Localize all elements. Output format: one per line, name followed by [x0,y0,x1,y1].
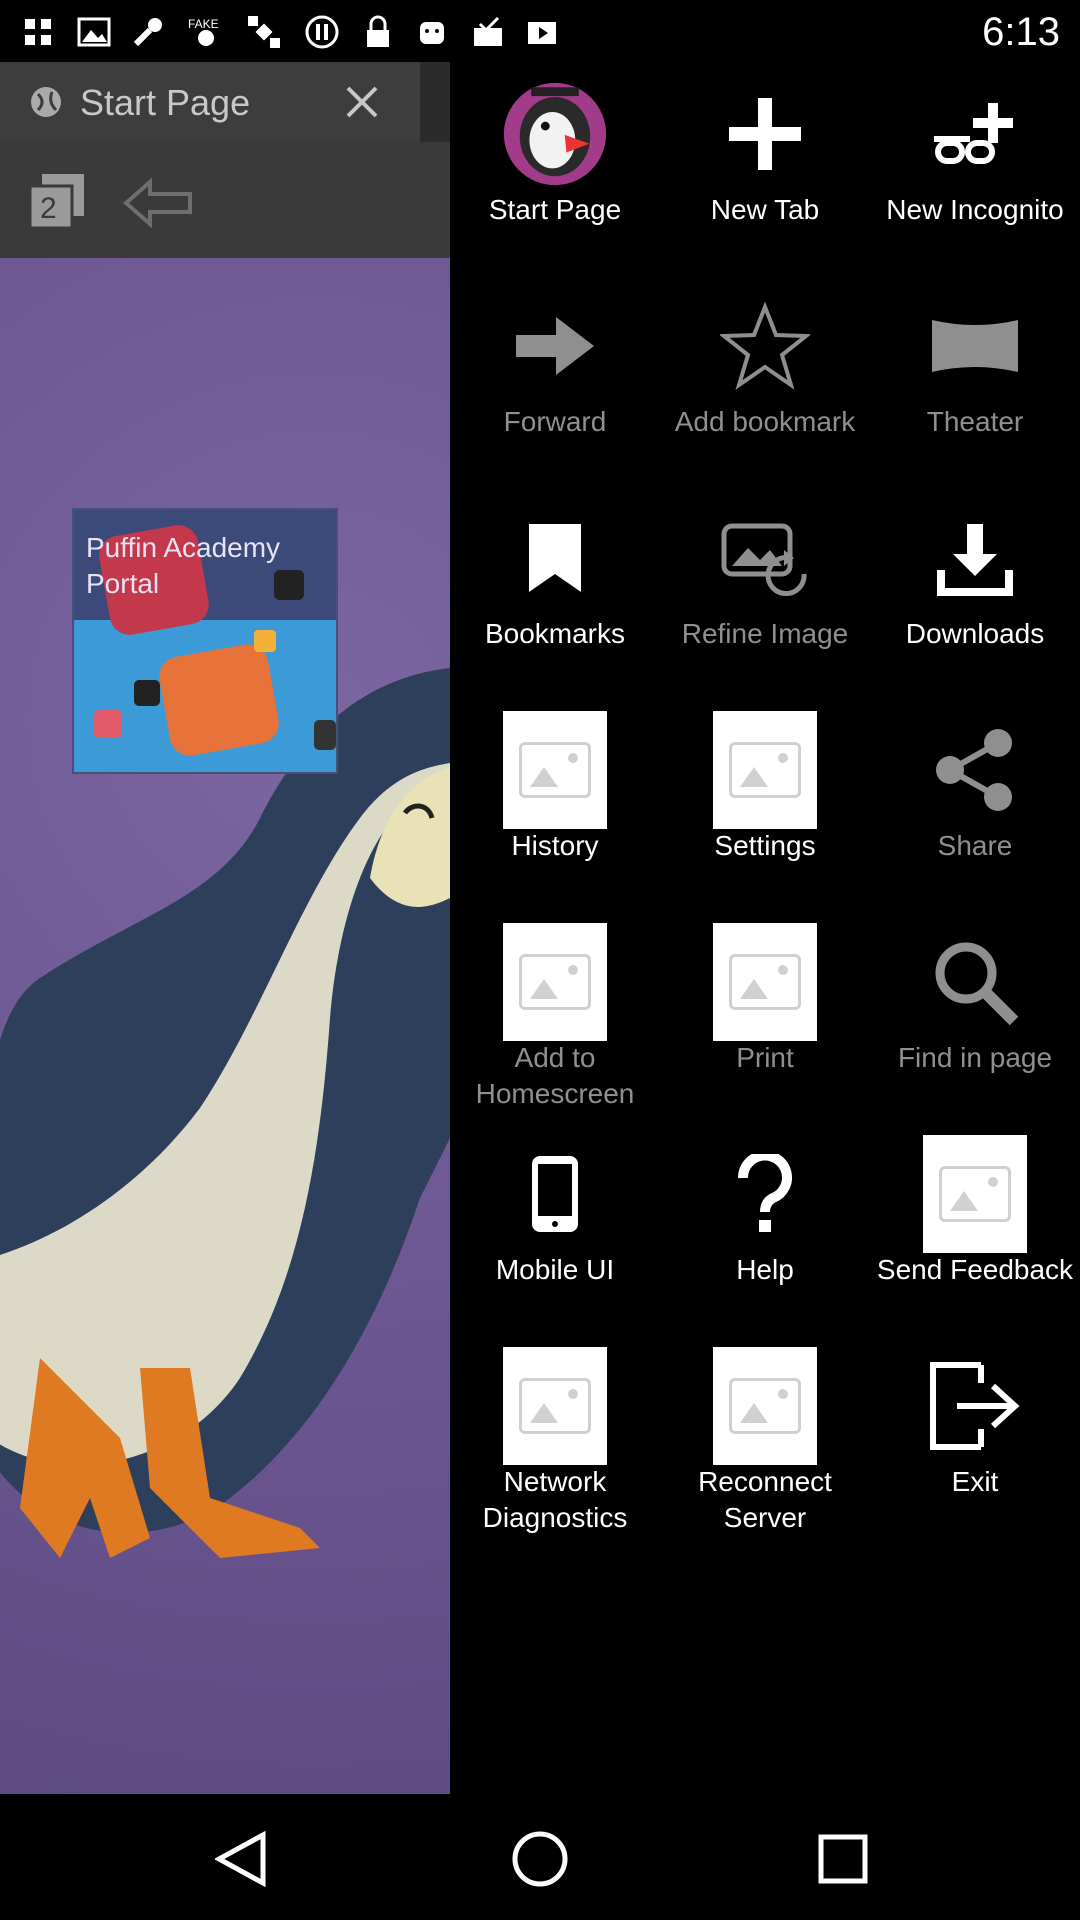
image-placeholder-icon [503,711,607,829]
menu-label: Find in page [897,1042,1053,1073]
image-placeholder-icon [713,711,817,829]
menu-label: Exit [951,1466,999,1497]
phone-icon [503,1142,607,1246]
menu-label: Forward [503,406,607,437]
svg-text:FAKE: FAKE [188,17,219,31]
browser-pane: Start Page 2 Puffin Academy Portal [0,62,450,1794]
menu-label: Print [736,1042,794,1073]
start-page-content: Puffin Academy Portal [0,258,450,1794]
menu-label: Send Feedback [876,1254,1074,1285]
refine-image-icon [713,506,817,610]
menu-label: Add to Homescreen [475,1042,635,1109]
tab-title: Start Page [80,82,251,123]
close-tab-icon[interactable] [342,82,382,127]
menu-label: Downloads [905,618,1045,649]
menu-item-settings[interactable]: Settings [660,708,870,908]
tab-switcher-button[interactable]: 2 [28,172,86,230]
menu-item-refine-image[interactable]: Refine Image [660,496,870,696]
tab-bar: Start Page [0,62,450,142]
menu-label: Start Page [488,194,622,225]
menu-item-network-diagnostics[interactable]: Network Diagnostics [450,1344,660,1544]
menu-item-add-to-homescreen[interactable]: Add to Homescreen [450,920,660,1120]
menu-item-share[interactable]: Share [870,708,1080,908]
share-icon [923,718,1027,822]
lock-icon [358,12,398,52]
menu-label: Reconnect Server [698,1466,832,1533]
puffin-logo-icon [503,82,607,186]
menu-label: Add bookmark [674,406,856,437]
menu-item-send-feedback[interactable]: Send Feedback [870,1132,1080,1332]
portal-title: Puffin Academy Portal [86,532,281,599]
image-placeholder-icon [503,923,607,1041]
browser-menu: Start Page New Tab New Incognito Forward… [450,62,1080,1794]
menu-item-reconnect-server[interactable]: Reconnect Server [660,1344,870,1544]
status-bar: FAKE 6:13 [0,0,1080,62]
incognito-icon [923,82,1027,186]
arrow-forward-icon [503,294,607,398]
image-placeholder-icon [713,1347,817,1465]
menu-label: Theater [926,406,1024,437]
menu-item-add-bookmark[interactable]: Add bookmark [660,284,870,484]
plus-icon [713,82,817,186]
globe-icon [28,84,64,125]
puffin-academy-portal-tile[interactable]: Puffin Academy Portal [72,508,338,774]
check-inbox-icon [468,12,508,52]
menu-item-find-in-page[interactable]: Find in page [870,920,1080,1120]
recents-icon[interactable] [808,1824,878,1894]
menu-label: Bookmarks [484,618,626,649]
notification-icon [18,12,58,52]
menu-item-history[interactable]: History [450,708,660,908]
menu-item-downloads[interactable]: Downloads [870,496,1080,696]
question-icon [713,1142,817,1246]
wrench-icon [128,12,168,52]
menu-label: Network Diagnostics [482,1466,628,1533]
star-icon [713,294,817,398]
home-icon[interactable] [505,1824,575,1894]
menu-label: New Tab [710,194,820,225]
bookmark-icon [503,506,607,610]
menu-label: Share [937,830,1013,861]
tab-count: 2 [40,192,57,225]
theater-icon [923,294,1027,398]
menu-item-exit[interactable]: Exit [870,1344,1080,1544]
browser-toolbar: 2 [0,142,450,258]
play-store-icon [522,12,562,52]
menu-label: New Incognito [886,194,1064,225]
puffin-illustration [0,668,450,1558]
menu-item-help[interactable]: Help [660,1132,870,1332]
menu-item-print[interactable]: Print [660,920,870,1120]
picture-icon [74,12,114,52]
menu-item-new-tab[interactable]: New Tab [660,72,870,272]
menu-item-start-page[interactable]: Start Page [450,72,660,272]
search-icon [923,930,1027,1034]
menu-label: Settings [714,830,816,861]
menu-item-bookmarks[interactable]: Bookmarks [450,496,660,696]
image-placeholder-icon [503,1347,607,1465]
navigation-bar [0,1794,1080,1920]
back-arrow-icon[interactable] [122,177,194,233]
download-icon [923,506,1027,610]
android-icon [412,12,452,52]
tab-start-page[interactable]: Start Page [0,62,420,142]
back-icon[interactable] [206,1824,276,1894]
menu-item-mobile-ui[interactable]: Mobile UI [450,1132,660,1332]
image-placeholder-icon [923,1135,1027,1253]
menu-label: Refine Image [681,618,849,649]
menu-label: Help [736,1254,794,1285]
menu-item-theater[interactable]: Theater [870,284,1080,484]
satellite-icon [244,12,284,52]
menu-item-forward[interactable]: Forward [450,284,660,484]
exit-icon [923,1354,1027,1458]
menu-item-new-incognito[interactable]: New Incognito [870,72,1080,272]
status-time: 6:13 [982,10,1060,54]
menu-label: Mobile UI [495,1254,615,1285]
fake-gps-icon: FAKE [186,12,226,52]
pause-circle-icon [302,12,342,52]
menu-label: History [511,830,599,861]
image-placeholder-icon [713,923,817,1041]
